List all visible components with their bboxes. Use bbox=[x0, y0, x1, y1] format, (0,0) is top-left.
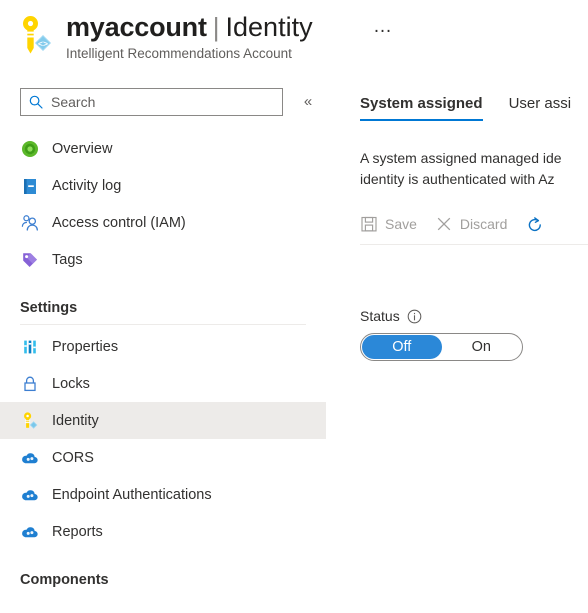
sidebar-item-label: Identity bbox=[52, 412, 99, 429]
command-toolbar: Save Discard bbox=[360, 206, 550, 242]
info-icon[interactable] bbox=[407, 309, 422, 324]
collapse-sidebar-icon[interactable]: « bbox=[297, 90, 319, 112]
sidebar-item-cors[interactable]: CORS bbox=[0, 439, 326, 476]
sidebar-item-label: Access control (IAM) bbox=[52, 214, 186, 231]
azure-portal-blade: <> myaccount | Identity Intelligent Recomm… bbox=[0, 0, 588, 613]
tab-system-assigned[interactable]: System assigned bbox=[360, 95, 483, 121]
identity-tabs: System assigned User assi bbox=[360, 95, 588, 121]
status-label: Status bbox=[360, 308, 400, 324]
sidebar-section-settings: Settings bbox=[0, 278, 326, 320]
svg-text:<>: <> bbox=[38, 38, 48, 48]
sidebar-section-components: Components bbox=[0, 550, 326, 592]
description-line: identity is authenticated with Az bbox=[360, 171, 555, 187]
search-icon bbox=[29, 95, 43, 109]
sidebar-item-label: CORS bbox=[52, 449, 94, 466]
sidebar-item-label: Overview bbox=[52, 140, 113, 157]
search-input[interactable] bbox=[51, 94, 266, 110]
save-icon bbox=[360, 215, 378, 233]
sidebar-item-endpoint-authentications[interactable]: Endpoint Authentications bbox=[0, 476, 326, 513]
sidebar-item-overview[interactable]: Overview bbox=[0, 130, 326, 167]
sidebar-item-activity-log[interactable]: Activity log bbox=[0, 167, 326, 204]
sidebar-item-reports[interactable]: Reports bbox=[0, 513, 326, 550]
toolbar-divider bbox=[360, 244, 588, 245]
identity-key-icon bbox=[20, 411, 40, 431]
sidebar-item-label: Activity log bbox=[52, 177, 122, 194]
sidebar-nav-list: Overview Activity log Access control (IA… bbox=[0, 130, 326, 592]
sidebar-item-locks[interactable]: Locks bbox=[0, 365, 326, 402]
sidebar-item-label: Properties bbox=[52, 338, 119, 355]
discard-label: Discard bbox=[459, 216, 508, 232]
refresh-button[interactable] bbox=[525, 215, 550, 233]
sidebar-search-row: « bbox=[0, 88, 326, 118]
locks-icon bbox=[20, 374, 40, 394]
discard-icon bbox=[435, 215, 453, 233]
sidebar-section-label: Settings bbox=[20, 300, 78, 316]
sidebar-section-label: Components bbox=[20, 572, 109, 588]
status-toggle-on-option[interactable]: On bbox=[442, 335, 522, 359]
resource-name: myaccount bbox=[66, 12, 207, 42]
status-label-row: Status bbox=[360, 308, 523, 324]
sidebar-item-label: Endpoint Authentications bbox=[52, 486, 212, 503]
identity-description: A system assigned managed ide identity i… bbox=[360, 148, 588, 190]
page-title-group: myaccount | Identity Intelligent Recommend… bbox=[66, 10, 313, 63]
properties-icon bbox=[20, 337, 40, 357]
identity-content-panel: System assigned User assi A system assig… bbox=[326, 78, 588, 613]
more-options-icon[interactable]: … bbox=[370, 17, 396, 42]
overview-icon bbox=[20, 139, 40, 159]
endpoint-auth-cloud-icon bbox=[20, 485, 40, 505]
description-line: A system assigned managed ide bbox=[360, 150, 562, 166]
sidebar-item-label: Locks bbox=[52, 375, 90, 392]
title-separator: | bbox=[212, 12, 220, 42]
sidebar-item-identity[interactable]: Identity bbox=[0, 402, 326, 439]
discard-button[interactable]: Discard bbox=[435, 215, 507, 233]
reports-cloud-icon bbox=[20, 522, 40, 542]
status-section: Status Off On bbox=[360, 308, 523, 361]
sidebar-item-label: Tags bbox=[52, 251, 83, 268]
sidebar-item-access-control[interactable]: Access control (IAM) bbox=[0, 204, 326, 241]
status-toggle-off-option[interactable]: Off bbox=[362, 335, 442, 359]
blade-name: Identity bbox=[225, 12, 313, 42]
key-identity-icon: <> bbox=[16, 14, 56, 56]
tags-icon bbox=[20, 250, 40, 270]
status-toggle[interactable]: Off On bbox=[360, 333, 523, 361]
access-control-icon bbox=[20, 213, 40, 233]
save-label: Save bbox=[385, 216, 417, 232]
resource-subtitle: Intelligent Recommendations Account bbox=[66, 46, 292, 61]
cors-cloud-icon bbox=[20, 448, 40, 468]
save-button[interactable]: Save bbox=[360, 215, 417, 233]
sidebar-item-label: Reports bbox=[52, 523, 103, 540]
blade-header: <> myaccount | Identity Intelligent Recomm… bbox=[0, 0, 588, 78]
sidebar: « Overview bbox=[0, 78, 326, 613]
sidebar-item-properties[interactable]: Properties bbox=[0, 328, 326, 365]
activity-log-icon bbox=[20, 176, 40, 196]
sidebar-item-tags[interactable]: Tags bbox=[0, 241, 326, 278]
tab-user-assigned[interactable]: User assi bbox=[509, 95, 572, 121]
sidebar-section-divider bbox=[20, 324, 306, 325]
refresh-icon bbox=[525, 215, 543, 233]
search-box[interactable] bbox=[20, 88, 283, 116]
page-title: myaccount | Identity bbox=[66, 10, 313, 44]
